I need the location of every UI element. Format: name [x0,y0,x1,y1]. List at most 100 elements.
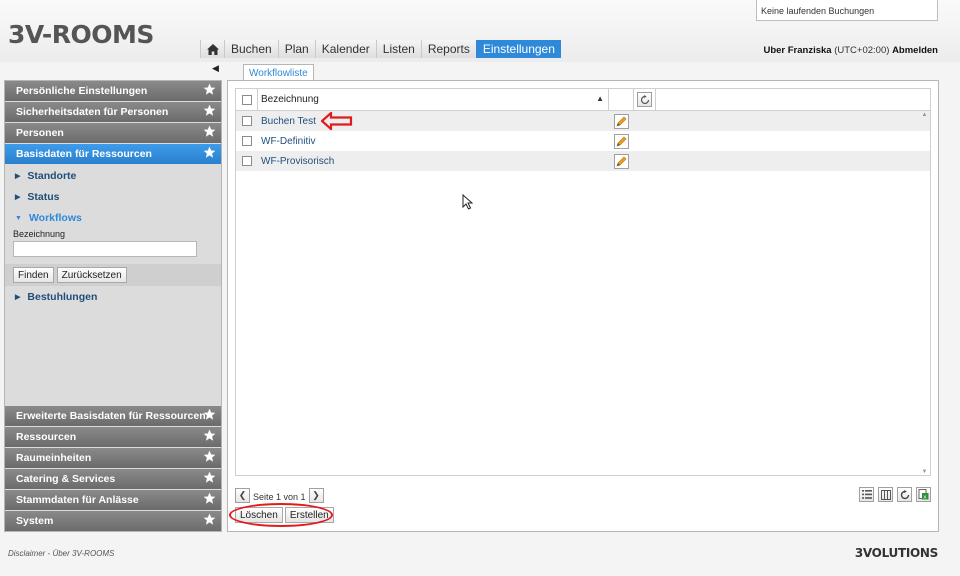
sub-item-label: Bestuhlungen [27,291,98,303]
collapse-sidebar-icon[interactable]: ◀ [212,63,219,74]
section-system[interactable]: System [5,511,221,531]
nav-reports[interactable]: Reports [420,40,476,58]
section-body: ▶ Standorte ▶ Status ▼ Workflows Bezeichnun… [5,165,221,325]
logout-link[interactable]: Abmelden [892,45,938,56]
favorite-star-icon[interactable] [203,450,216,463]
next-page-button[interactable]: ❯ [308,487,324,503]
column-header-bezeichnung[interactable]: Bezeichnung ▲ [258,89,609,110]
favorite-star-icon[interactable] [203,408,216,421]
sub-item-label: Status [27,191,60,203]
favorite-star-icon[interactable] [203,429,216,442]
filter-button-bar: Finden Zurücksetzen [5,264,221,286]
pager: ❮ Seite 1 von 1 ❯ [235,486,324,504]
refresh-cell [634,89,656,110]
row-checkbox[interactable] [242,136,252,146]
table-row[interactable]: WF-Definitiv [236,131,930,151]
tab-workflowliste[interactable]: Workflowliste [243,64,314,81]
booking-status-box: Keine laufenden Buchungen [756,0,938,21]
section-sicherheitsdaten[interactable]: Sicherheitsdaten für Personen [5,102,221,122]
expand-arrow-icon: ▶ [15,194,21,201]
vertical-scrollbar[interactable]: ▲ ▼ [919,112,930,475]
edit-button[interactable] [614,153,629,169]
section-label: Basisdaten für Ressourcen [16,148,152,160]
delete-button[interactable]: Löschen [235,507,283,523]
prev-page-button[interactable]: ❮ [235,487,250,503]
mouse-cursor-icon [462,194,473,210]
select-all-checkbox[interactable] [241,94,252,105]
sub-item-bestuhlungen[interactable]: ▶ Bestuhlungen [5,286,221,307]
table-row[interactable]: WF-Provisorisch [236,151,930,171]
favorite-star-icon[interactable] [203,492,216,505]
sub-item-workflows[interactable]: ▼ Workflows [5,207,221,228]
favorite-star-icon[interactable] [203,104,216,117]
nav-buchen[interactable]: Buchen [224,40,278,58]
user-info: Uber Franziska (UTC+02:00) Abmelden [763,45,938,56]
refresh-grid-button[interactable] [637,92,652,107]
reload-button[interactable] [897,487,912,502]
row-checkbox[interactable] [242,116,252,126]
columns-button[interactable] [878,487,893,502]
page-indicator: Seite 1 von 1 [253,491,306,502]
section-erweiterte-basisdaten[interactable]: Erweiterte Basisdaten für Ressourcen [5,406,221,426]
sidebar: Persönliche Einstellungen Sicherheitsdat… [4,80,222,532]
sort-ascending-icon: ▲ [596,94,604,103]
user-name: Uber Franziska [763,45,832,56]
edit-button[interactable] [614,133,629,149]
grid-tools: x [859,487,931,502]
favorite-star-icon[interactable] [203,513,216,526]
section-label: Raumeinheiten [16,452,92,464]
row-checkbox[interactable] [242,156,252,166]
nav-plan[interactable]: Plan [277,40,315,58]
pencil-icon [616,136,627,146]
user-timezone: (UTC+02:00) [834,45,890,56]
excel-export-icon: x [918,489,929,500]
workflow-name[interactable]: WF-Provisorisch [258,156,609,167]
pencil-icon [616,156,627,166]
header-filler [656,89,930,110]
workflow-name[interactable]: Buchen Test [258,116,609,127]
create-button[interactable]: Erstellen [284,507,334,523]
section-label: Stammdaten für Anlässe [16,494,139,506]
scroll-up-icon[interactable]: ▲ [919,112,930,118]
nav-listen[interactable]: Listen [375,40,421,58]
workflow-grid: Bezeichnung ▲ Buchen Test WF-Definitiv W… [235,88,931,476]
sub-item-standorte[interactable]: ▶ Standorte [5,165,221,186]
section-raumeinheiten[interactable]: Raumeinheiten [5,448,221,468]
list-view-button[interactable] [859,487,874,502]
footer-links[interactable]: Disclaimer - Über 3V-ROOMS [8,549,114,558]
favorite-star-icon[interactable] [203,146,216,159]
section-ressourcen[interactable]: Ressourcen [5,427,221,447]
section-personen[interactable]: Personen [5,123,221,143]
favorite-star-icon[interactable] [203,471,216,484]
nav-home[interactable] [200,40,224,58]
expand-arrow-icon: ▶ [15,173,21,180]
chevron-left-icon: ❮ [238,489,247,500]
nav-einstellungen[interactable]: Einstellungen [475,40,561,58]
favorite-star-icon[interactable] [203,83,216,96]
section-persoenliche-einstellungen[interactable]: Persönliche Einstellungen [5,81,221,101]
sub-item-status[interactable]: ▶ Status [5,186,221,207]
section-basisdaten-ressourcen[interactable]: Basisdaten für Ressourcen [5,144,221,164]
filter-label: Bezeichnung [13,229,66,239]
export-excel-button[interactable]: x [916,487,931,502]
reset-button[interactable]: Zurücksetzen [56,267,127,283]
main-nav: Buchen Plan Kalender Listen Reports Eins… [200,40,561,58]
edit-button[interactable] [614,113,629,129]
workflow-filter-panel: Bezeichnung Finden Zurücksetzen [5,228,221,286]
sub-item-label: Workflows [28,212,82,224]
workflow-name[interactable]: WF-Definitiv [258,136,609,147]
find-button[interactable]: Finden [13,267,54,283]
collapse-arrow-icon: ▼ [15,215,22,222]
list-icon [861,490,872,499]
section-catering-services[interactable]: Catering & Services [5,469,221,489]
scroll-down-icon[interactable]: ▼ [919,469,930,475]
section-stammdaten-anlaesse[interactable]: Stammdaten für Anlässe [5,490,221,510]
sidebar-bottom-sections: Erweiterte Basisdaten für Ressourcen Res… [5,406,221,531]
columns-icon [880,489,891,500]
nav-kalender[interactable]: Kalender [314,40,376,58]
section-label: Personen [16,127,64,139]
bezeichnung-filter-input[interactable] [13,241,197,257]
section-label: Catering & Services [16,473,116,485]
edit-column-header [609,89,634,110]
favorite-star-icon[interactable] [203,125,216,138]
